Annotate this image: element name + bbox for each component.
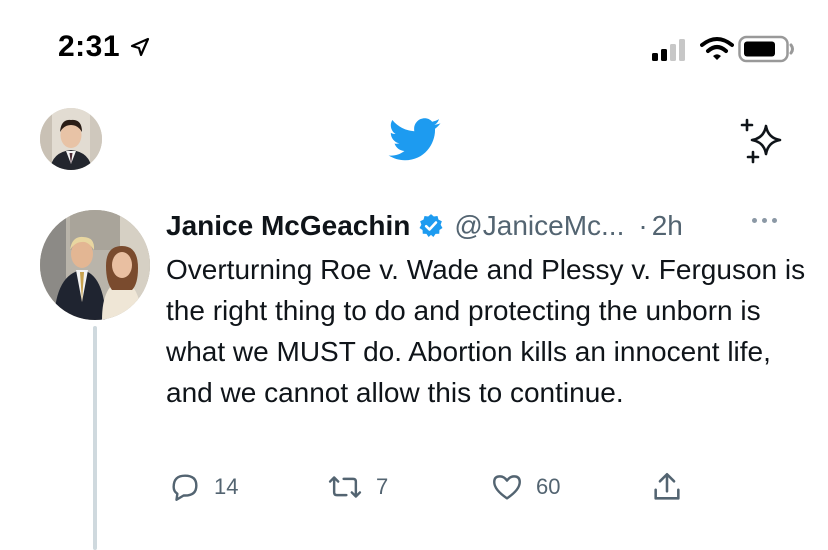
author-avatar[interactable] [40, 210, 150, 320]
author-handle[interactable]: @JaniceMc... [454, 210, 624, 242]
status-time: 2:31 [58, 30, 121, 63]
author-name[interactable]: Janice McGeachin [166, 210, 410, 242]
like-button[interactable]: 60 [490, 470, 560, 504]
retweet-icon [328, 476, 362, 498]
thread-line [93, 326, 97, 550]
like-icon [493, 475, 521, 500]
sparkle-icon[interactable] [738, 118, 788, 164]
author-avatar-image [40, 210, 150, 320]
tweet-time[interactable]: 2h [652, 210, 683, 242]
reply-count: 14 [214, 474, 239, 499]
twitter-bird-icon[interactable] [388, 118, 442, 162]
location-arrow-icon [130, 37, 150, 57]
reply-icon [172, 474, 198, 501]
user-avatar-image [40, 108, 102, 170]
tweet-actions: 14 7 60 [0, 470, 828, 506]
verified-icon [418, 213, 444, 239]
tweet-header: Janice McGeachin @JaniceMc... · 2h [166, 206, 798, 246]
reply-button[interactable]: 14 [168, 470, 238, 504]
signal-icon [652, 39, 685, 61]
separator-dot: · [638, 210, 648, 241]
user-avatar[interactable] [40, 108, 102, 170]
share-icon [654, 472, 680, 500]
wifi-icon [700, 37, 734, 60]
battery-icon [738, 35, 794, 63]
tweet-text: Overturning Roe v. Wade and Plessy v. Fe… [166, 254, 806, 408]
like-count: 60 [536, 474, 561, 499]
more-icon[interactable] [752, 218, 777, 223]
share-button[interactable] [650, 470, 684, 504]
retweet-button[interactable]: 7 [326, 470, 388, 504]
retweet-count: 7 [376, 474, 389, 499]
